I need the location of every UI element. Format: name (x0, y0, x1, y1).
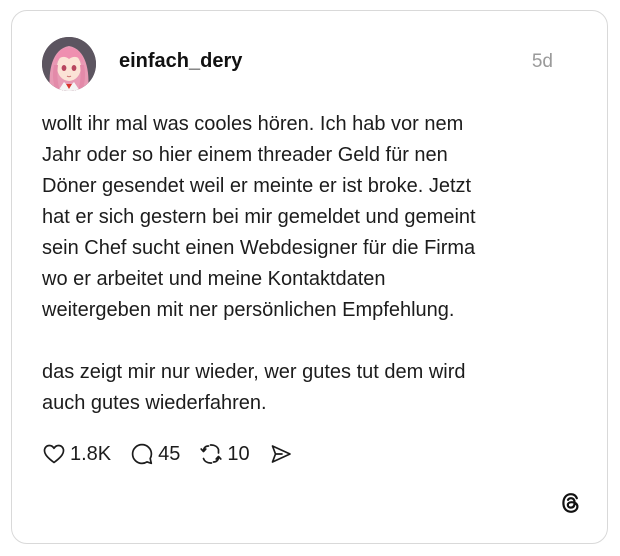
heart-icon (43, 444, 65, 464)
like-button[interactable]: 1.8K (42, 442, 111, 466)
send-icon (271, 445, 291, 463)
post-text-line: Döner gesendet weil er meinte er ist bro… (42, 175, 472, 197)
post-text-line: weitergeben mit ner persönlichen Empfehl… (42, 299, 455, 321)
post-text-line: wollt ihr mal was cooles hören. Ich hab … (42, 113, 464, 135)
repost-count: 10 (227, 442, 250, 465)
avatar[interactable] (42, 37, 96, 91)
post-text-line: hat er sich gestern bei mir gemeldet und… (42, 206, 476, 228)
post-text-line: Jahr oder so hier einem threader Geld fü… (42, 144, 448, 166)
threads-logo-icon (562, 493, 579, 513)
repost-button[interactable]: 10 (199, 442, 250, 466)
post-text-line: sein Chef sucht einen Webdesigner für di… (42, 237, 476, 259)
username[interactable]: einfach_dery (119, 50, 242, 73)
action-bar: 1.8K 45 10 (42, 439, 312, 469)
post-text-line: auch gutes wiederfahren. (42, 392, 267, 414)
like-count: 1.8K (70, 442, 112, 465)
repost-arrows-icon (200, 444, 223, 464)
share-button[interactable] (269, 442, 293, 466)
post-card: einfach_dery 5d wollt ihr mal was cooles… (11, 10, 608, 544)
reply-button[interactable]: 45 (130, 442, 180, 466)
post-text-line: das zeigt mir nur wieder, wer gutes tut … (42, 361, 466, 383)
speech-bubble-icon (131, 443, 153, 465)
post-timestamp: 5d (531, 51, 553, 72)
post-text: wollt ihr mal was cooles hören. Ich hab … (42, 109, 542, 419)
reply-count: 45 (158, 442, 181, 465)
post-text-line: wo er arbeitet und meine Kontaktdaten (42, 268, 386, 290)
